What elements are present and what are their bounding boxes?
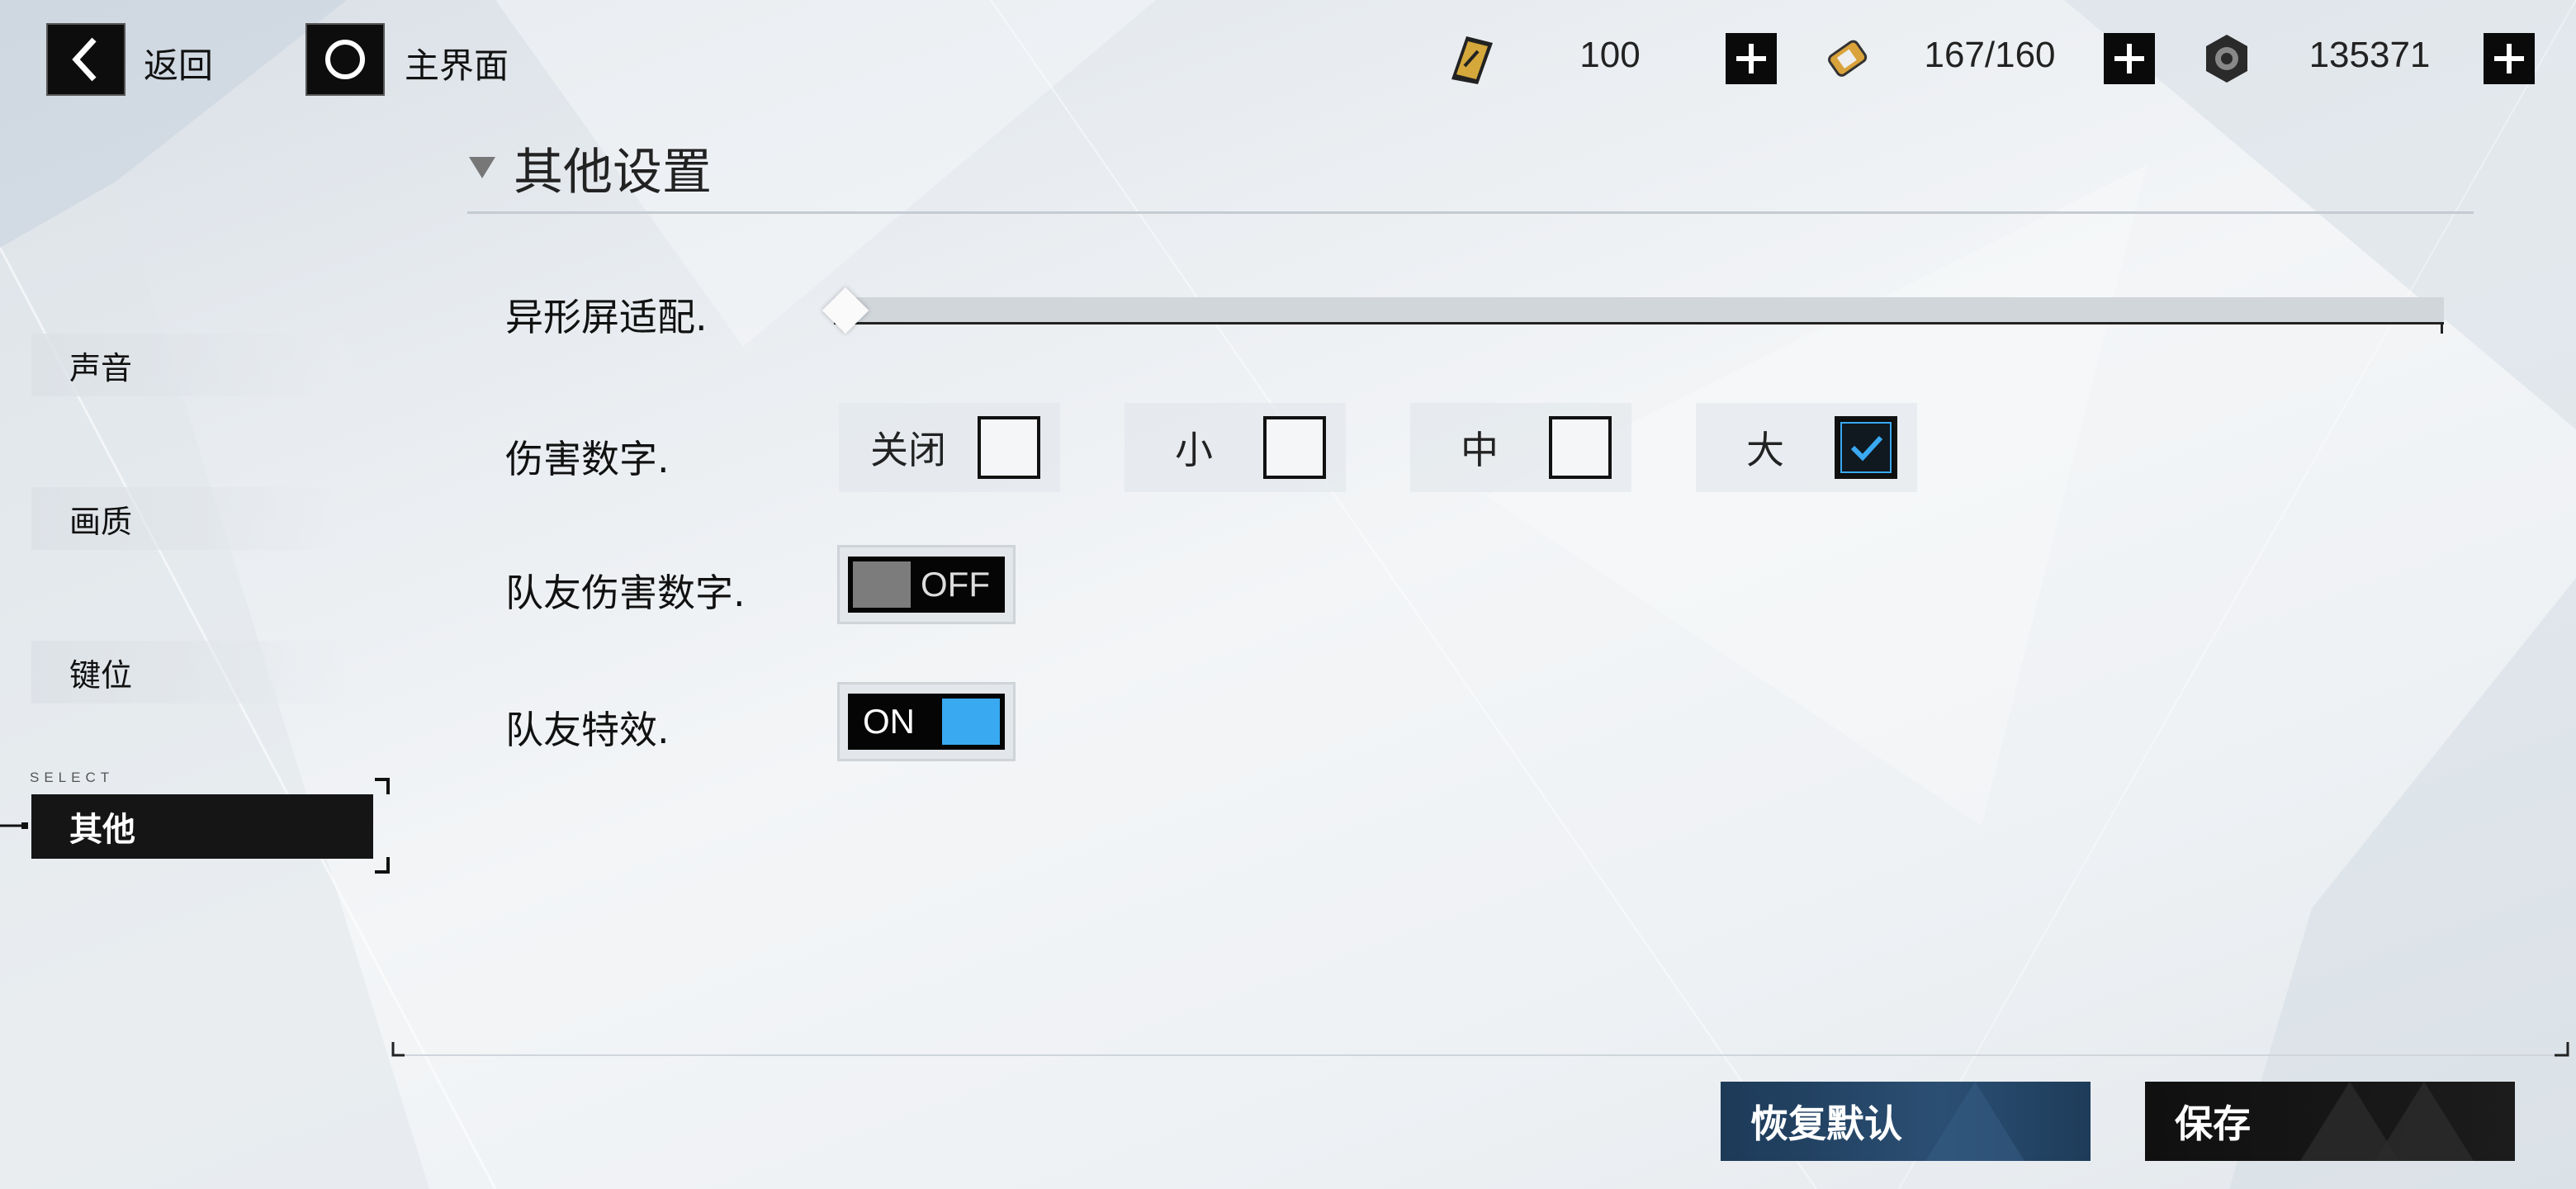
option-label: 中 bbox=[1461, 428, 1499, 472]
section-divider bbox=[467, 211, 2474, 214]
teammate-damage-label: 队友伤害数字. bbox=[505, 571, 746, 615]
teammate-fx-toggle[interactable]: ON bbox=[837, 682, 1016, 761]
add-coin-button[interactable] bbox=[2484, 33, 2535, 84]
sidebar-item-label: 声音 bbox=[69, 349, 133, 386]
button-decor-triangles bbox=[2300, 1082, 2474, 1161]
option-label: 大 bbox=[1746, 428, 1784, 472]
section-title: 其他设置 bbox=[514, 144, 712, 201]
sidebar-item-label: 画质 bbox=[69, 503, 133, 540]
damage-option-medium[interactable]: 中 bbox=[1410, 403, 1631, 492]
toggle-switch: ON bbox=[848, 694, 1005, 750]
save-button[interactable]: 保存 bbox=[2145, 1082, 2515, 1161]
toggle-switch: OFF bbox=[848, 557, 1005, 613]
coin-icon bbox=[2206, 35, 2247, 83]
home-label[interactable]: 主界面 bbox=[405, 38, 509, 88]
collapse-triangle-icon[interactable] bbox=[466, 154, 499, 182]
notch-slider-track[interactable] bbox=[834, 297, 2444, 322]
add-ticket-button[interactable] bbox=[1726, 33, 1777, 84]
slider-end-tick bbox=[2441, 322, 2443, 334]
save-label: 保存 bbox=[2175, 1101, 2251, 1146]
back-button[interactable] bbox=[46, 23, 125, 96]
toggle-knob bbox=[853, 561, 911, 608]
notch-slider-handle[interactable] bbox=[822, 287, 869, 334]
checkbox[interactable] bbox=[1263, 416, 1326, 479]
teammate-damage-toggle[interactable]: OFF bbox=[837, 545, 1016, 624]
coin-count: 135371 bbox=[2308, 35, 2431, 75]
home-button[interactable] bbox=[305, 23, 385, 96]
checkbox[interactable] bbox=[1549, 416, 1612, 479]
ticket-icon bbox=[1451, 36, 1493, 84]
damage-option-small[interactable]: 小 bbox=[1125, 403, 1346, 492]
notch-slider-baseline bbox=[834, 322, 2444, 324]
button-decor-triangles bbox=[1925, 1082, 2024, 1161]
toggle-state-text: ON bbox=[863, 702, 915, 741]
content-frame-bottom bbox=[391, 1042, 2569, 1057]
battery-icon bbox=[1828, 40, 1868, 77]
circle-home-icon bbox=[325, 40, 365, 79]
checkbox-checked[interactable] bbox=[1835, 416, 1897, 479]
option-label: 小 bbox=[1175, 428, 1213, 472]
battery-count: 167/160 bbox=[1924, 35, 2056, 75]
sidebar-item-keybinds[interactable]: 键位 bbox=[31, 641, 345, 703]
sidebar-item-sound[interactable]: 声音 bbox=[31, 334, 345, 396]
back-label[interactable]: 返回 bbox=[144, 38, 213, 88]
chevron-left-icon bbox=[72, 37, 97, 82]
toggle-knob bbox=[942, 699, 1000, 745]
reset-default-label: 恢复默认 bbox=[1750, 1101, 1902, 1146]
active-selection-brackets bbox=[0, 778, 390, 874]
ticket-count: 100 bbox=[1579, 35, 1641, 75]
sidebar-item-label: 键位 bbox=[69, 656, 133, 694]
sidebar-item-graphics[interactable]: 画质 bbox=[31, 487, 345, 550]
checkmark-icon bbox=[1840, 422, 1892, 473]
damage-option-large[interactable]: 大 bbox=[1696, 403, 1917, 492]
toggle-state-text: OFF bbox=[921, 565, 990, 604]
damage-option-off[interactable]: 关闭 bbox=[839, 403, 1060, 492]
reset-default-button[interactable]: 恢复默认 bbox=[1721, 1082, 2091, 1161]
option-label: 关闭 bbox=[870, 428, 946, 472]
background-pattern bbox=[0, 0, 2576, 1189]
checkbox[interactable] bbox=[978, 416, 1040, 479]
damage-numbers-label: 伤害数字. bbox=[505, 437, 670, 481]
teammate-fx-label: 队友特效. bbox=[505, 708, 670, 752]
add-battery-button[interactable] bbox=[2104, 33, 2155, 84]
notch-adapt-label: 异形屏适配. bbox=[505, 295, 708, 339]
